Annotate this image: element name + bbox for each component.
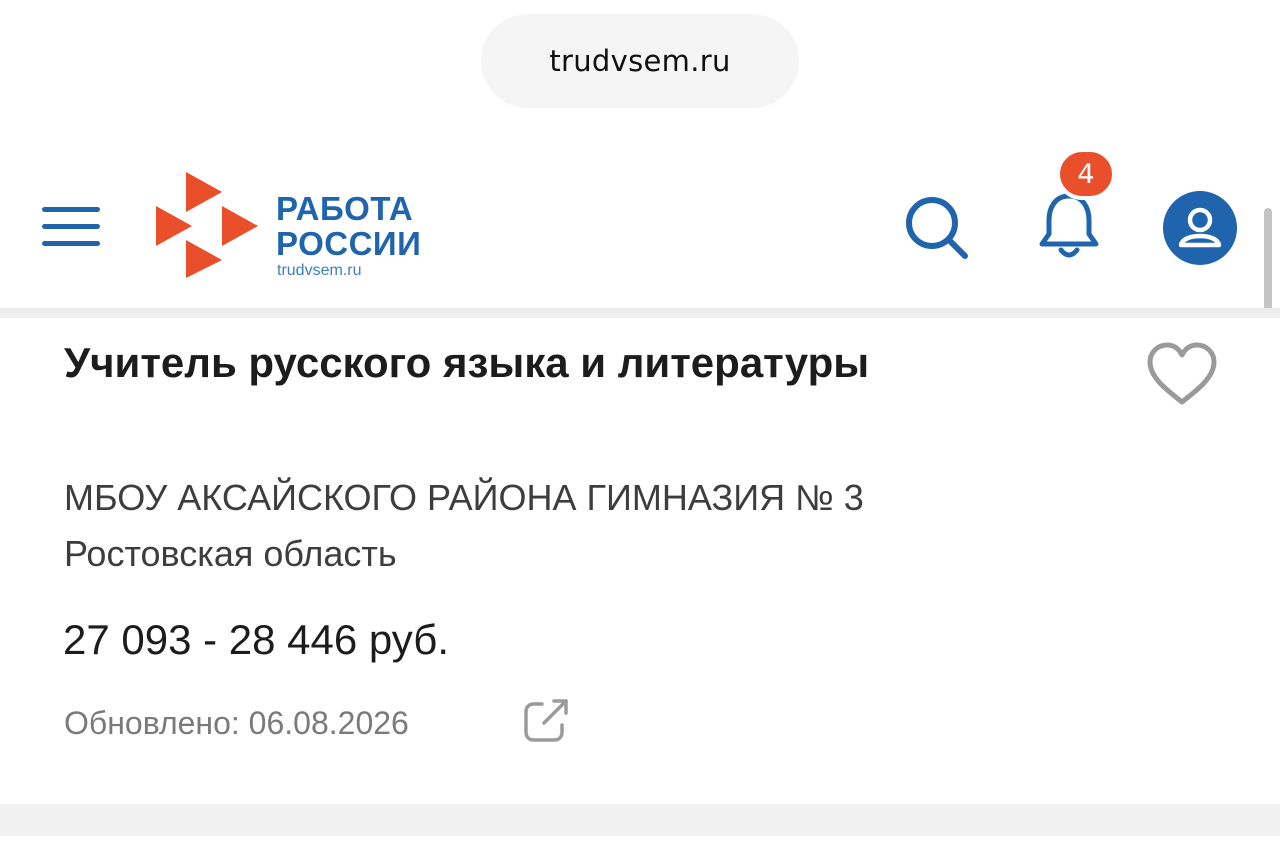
external-link-icon[interactable] bbox=[522, 698, 572, 744]
logo-title-line2: РОССИИ bbox=[276, 225, 422, 262]
address-bar-url: trudvsem.ru bbox=[549, 44, 731, 78]
next-vacancy-card[interactable] bbox=[0, 836, 1280, 850]
search-icon[interactable] bbox=[902, 193, 972, 263]
bell-icon[interactable] bbox=[1036, 190, 1102, 264]
region: Ростовская область bbox=[64, 533, 397, 574]
user-icon bbox=[1178, 207, 1222, 248]
scrollbar[interactable] bbox=[1264, 208, 1272, 316]
updated-date: Обновлено: 06.08.2026 bbox=[64, 705, 409, 741]
logo-title-line1: РАБОТА bbox=[276, 190, 414, 227]
address-bar[interactable]: trudvsem.ru bbox=[481, 14, 799, 108]
logo-arrows-icon[interactable] bbox=[150, 168, 262, 280]
logo-subtitle: trudvsem.ru bbox=[277, 262, 362, 279]
salary: 27 093 - 28 446 руб. bbox=[63, 616, 449, 663]
heart-icon[interactable] bbox=[1144, 340, 1220, 408]
notification-badge[interactable]: 4 bbox=[1056, 148, 1116, 200]
hamburger-menu-icon[interactable] bbox=[42, 203, 100, 249]
logo-title[interactable]: РАБОТА РОССИИ bbox=[276, 191, 421, 261]
employer-name[interactable]: МБОУ АКСАЙСКОГО РАЙОНА ГИМНАЗИЯ № 3 bbox=[64, 477, 864, 519]
profile-button[interactable] bbox=[1163, 191, 1237, 265]
vacancy-title[interactable]: Учитель русского языка и литературы bbox=[64, 339, 869, 387]
page: trudvsem.ru РАБОТА РОССИИ trudvsem.ru 4 … bbox=[0, 0, 1280, 850]
